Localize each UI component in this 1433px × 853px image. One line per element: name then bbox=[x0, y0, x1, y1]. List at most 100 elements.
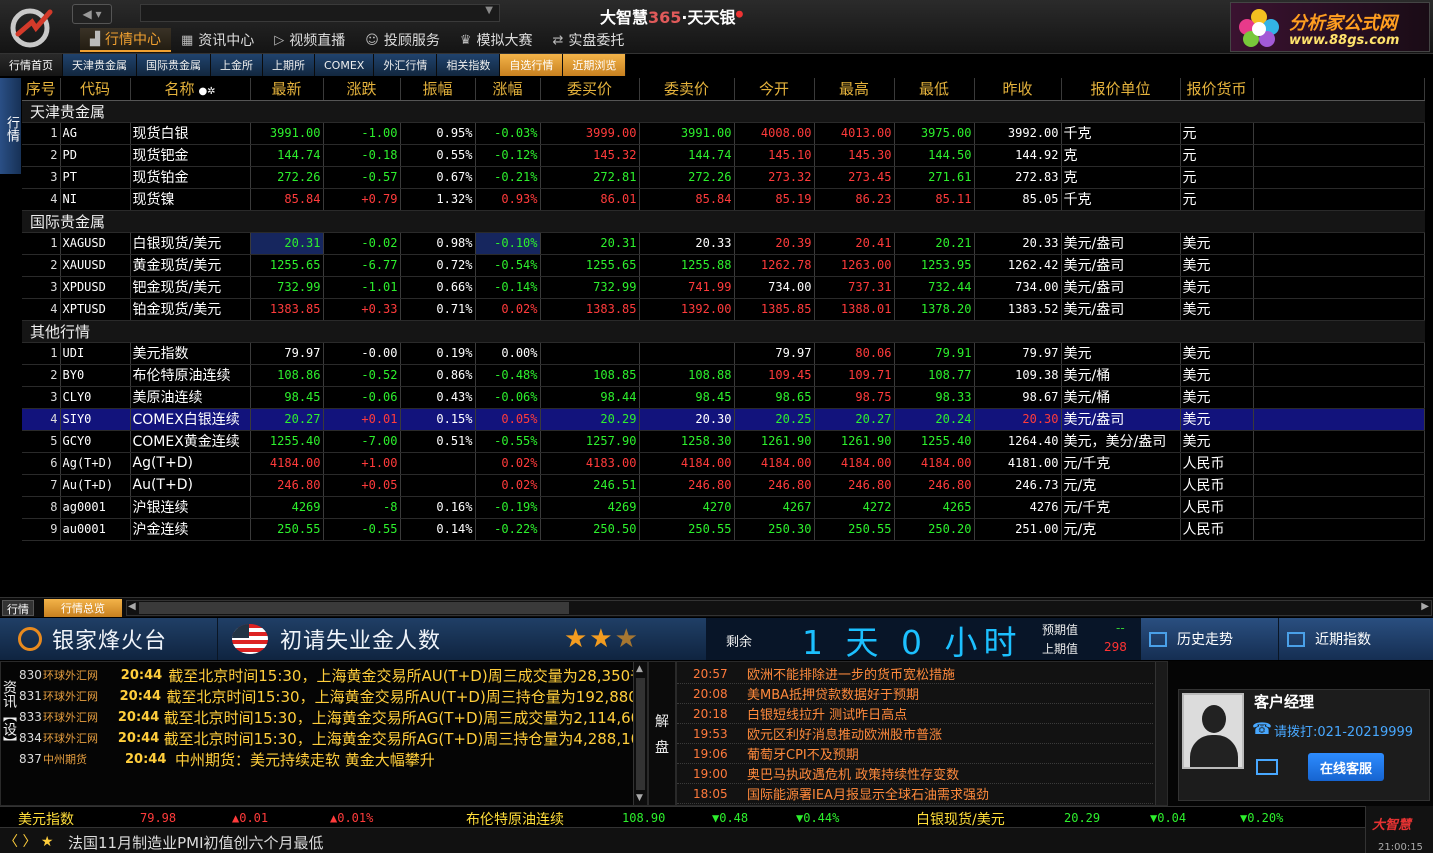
table-row[interactable]: 3 XPDUSD 钯金现货/美元 732.99 -1.01 0.66% -0.14% 732.… bbox=[22, 276, 1425, 299]
cell-code: UDI bbox=[60, 342, 131, 365]
column-header[interactable]: 委买价 bbox=[540, 78, 640, 101]
news-item[interactable]: 834 环球外汇网 20:44 截至北京时间15:30，上海黄金交易所AG(T+D)周… bbox=[1, 727, 635, 749]
headline-text[interactable]: 法国11月制造业PMI初值创六个月最低 bbox=[68, 832, 324, 853]
table-row[interactable]: 8 ag0001 沪银连续 4269 -8 0.16% -0.19% 4269 4270 4267… bbox=[22, 496, 1425, 519]
cell-ask: 85.84 bbox=[639, 188, 735, 211]
main-nav-item[interactable]: ☺ 投顾服务 bbox=[355, 28, 450, 52]
ticker-name[interactable]: 白银现货/美元 bbox=[916, 809, 1005, 829]
news-scrollbar[interactable]: ▲ ▼ bbox=[633, 662, 647, 805]
column-header[interactable]: 今开 bbox=[734, 78, 815, 101]
brand-banner[interactable]: 分析家公式网 www.88gs.com bbox=[1230, 2, 1430, 52]
sub-tab[interactable]: 上金所 bbox=[211, 54, 263, 76]
table-row[interactable]: 1 AG 现货白银 3991.00 -1.00 0.95% -0.03% 3999.00 399… bbox=[22, 122, 1425, 145]
sub-tab[interactable]: 相关指数 bbox=[437, 54, 501, 76]
beacon-section[interactable]: 银家烽火台 bbox=[0, 618, 218, 660]
comment-item[interactable]: 19:53 欧元区利好消息推动欧洲股市普涨 bbox=[677, 724, 1153, 744]
news-item[interactable]: 831 环球外汇网 20:44 截至北京时间15:30，上海黄金交易所AU(T+D)周… bbox=[1, 685, 635, 707]
column-header[interactable]: 昨收 bbox=[974, 78, 1062, 101]
comment-item[interactable]: 19:06 葡萄牙CPI不及预期 bbox=[677, 744, 1153, 764]
news-item[interactable]: 830 环球外汇网 20:44 截至北京时间15:30，上海黄金交易所AU(T+D)周… bbox=[1, 664, 635, 686]
comment-item[interactable]: 20:18 白银短线拉升 测试昨日高点 bbox=[677, 704, 1153, 724]
scroll-up-icon[interactable]: ▲ bbox=[636, 664, 643, 674]
app-logo-icon[interactable] bbox=[2, 2, 62, 50]
main-nav-item[interactable]: ♛ 模拟大赛 bbox=[450, 28, 543, 52]
jiepan-tab[interactable]: 解 盘 bbox=[648, 661, 676, 806]
comment-item[interactable]: 20:08 美MBA抵押贷款数据好于预期 bbox=[677, 684, 1153, 704]
column-header[interactable]: 名称 ●✲ bbox=[130, 78, 251, 101]
table-row[interactable]: 4 NI 现货镍 85.84 +0.79 1.32% 0.93% 86.01 85.84 85.1… bbox=[22, 188, 1425, 211]
online-service-button[interactable]: 在线客服 bbox=[1308, 753, 1384, 781]
table-row[interactable]: 7 Au(T+D) Au(T+D) 246.80 +0.05 0.02% 246.51 246… bbox=[22, 474, 1425, 497]
recent-index-button[interactable]: 近期指数 bbox=[1278, 618, 1433, 660]
table-row[interactable]: 2 XAUUSD 黄金现货/美元 1255.65 -6.77 0.72% -0.54% 125… bbox=[22, 254, 1425, 277]
table-row[interactable]: 3 PT 现货铂金 272.26 -0.57 0.67% -0.21% 272.81 272.2… bbox=[22, 166, 1425, 189]
sub-tab[interactable]: 天津贵金属 bbox=[63, 54, 137, 76]
comment-item[interactable]: 18:05 国际能源署IEA月报显示全球石油需求强劲 bbox=[677, 784, 1153, 804]
side-tab-quotes[interactable]: 行情 bbox=[0, 78, 21, 174]
scroll-left-icon[interactable]: ◀ bbox=[128, 601, 136, 612]
sub-tab[interactable]: 国际贵金属 bbox=[137, 54, 211, 76]
cell-pct: 0.02% bbox=[475, 474, 541, 497]
table-row[interactable]: 1 XAGUSD 白银现货/美元 20.31 -0.02 0.98% -0.10% 20.31… bbox=[22, 232, 1425, 255]
column-header[interactable]: 序号 bbox=[22, 78, 61, 101]
column-header[interactable]: 涨跌 bbox=[323, 78, 401, 101]
cell-prev: 1264.40 bbox=[974, 430, 1062, 453]
comment-scrollbar[interactable] bbox=[1155, 662, 1167, 805]
main-nav-item[interactable]: ▟ 行情中心 bbox=[80, 28, 171, 52]
cell-code: XAUUSD bbox=[60, 254, 131, 277]
ticker-name[interactable]: 布伦特原油连续 bbox=[466, 809, 564, 829]
scrollbar-thumb[interactable] bbox=[636, 678, 645, 790]
table-row[interactable]: 2 BY0 布伦特原油连续 108.86 -0.52 0.86% -0.48% 108.85 1… bbox=[22, 364, 1425, 387]
sub-tab[interactable]: 近期浏览 bbox=[563, 54, 627, 76]
cell-high: 4184.00 bbox=[814, 452, 895, 475]
news-item[interactable]: 833 环球外汇网 20:44 截至北京时间15:30，上海黄金交易所AG(T+D)周… bbox=[1, 706, 635, 728]
sub-tab[interactable]: 行情首页 bbox=[0, 54, 63, 76]
sub-tab[interactable]: 外汇行情 bbox=[374, 54, 438, 76]
sub-tab[interactable]: COMEX bbox=[315, 54, 375, 76]
column-header[interactable]: 代码 bbox=[60, 78, 131, 101]
history-trend-button[interactable]: 历史走势 bbox=[1140, 618, 1278, 660]
ticker-name[interactable]: 美元指数 bbox=[18, 809, 74, 829]
cell-code: CLY0 bbox=[60, 386, 131, 409]
column-marker-icon: ●✲ bbox=[198, 86, 216, 98]
back-forward-button[interactable]: ◀ ▾ bbox=[72, 4, 112, 24]
main-nav-item[interactable]: ⇄ 实盘委托 bbox=[543, 28, 635, 52]
manager-phone[interactable]: 请拨打:021-20219999 ☎ bbox=[1252, 719, 1413, 740]
cell-unit: 克 bbox=[1061, 144, 1181, 167]
scroll-down-icon[interactable]: ▼ bbox=[636, 793, 643, 803]
table-row[interactable]: 4 SIY0 COMEX白银连续 20.27 +0.01 0.15% 0.05% 20.29 2… bbox=[22, 408, 1425, 431]
table-row[interactable]: 5 GCY0 COMEX黄金连续 1255.40 -7.00 0.51% -0.55% 125… bbox=[22, 430, 1425, 453]
comment-item[interactable]: 20:57 欧洲不能排除进一步的货币宽松措施 bbox=[677, 664, 1153, 684]
column-header[interactable]: 最新 bbox=[250, 78, 324, 101]
sub-tab[interactable]: 自选行情 bbox=[500, 54, 564, 76]
table-row[interactable]: 3 CLY0 美原油连续 98.45 -0.06 0.43% -0.06% 98.44 98.4… bbox=[22, 386, 1425, 409]
main-nav-label: 实盘委托 bbox=[568, 33, 625, 49]
scroll-right-icon[interactable]: ▶ bbox=[1421, 601, 1429, 612]
column-header[interactable]: 最低 bbox=[894, 78, 975, 101]
column-header[interactable]: 最高 bbox=[814, 78, 895, 101]
column-header[interactable]: 报价货币 bbox=[1180, 78, 1254, 101]
table-row[interactable]: 2 PD 现货钯金 144.74 -0.18 0.55% -0.12% 145.32 144.7… bbox=[22, 144, 1425, 167]
chevron-down-icon[interactable]: ▼ bbox=[485, 5, 493, 16]
news-item[interactable]: 837 中州期货 20:44 中州期货：美元持续走软 黄金大幅攀升 bbox=[1, 748, 635, 770]
table-row[interactable]: 9 au0001 沪金连续 250.55 -0.55 0.14% -0.22% 250.50 2… bbox=[22, 518, 1425, 541]
column-header[interactable]: 委卖价 bbox=[639, 78, 735, 101]
column-header[interactable]: 振幅 bbox=[400, 78, 476, 101]
cell-amp: 0.95% bbox=[400, 122, 476, 145]
main-nav-item[interactable]: ▦ 资讯中心 bbox=[171, 28, 264, 52]
horizontal-scrollbar[interactable]: ◀ ▶ bbox=[126, 600, 1432, 616]
address-bar[interactable]: ▼ bbox=[140, 4, 500, 22]
table-row[interactable]: 4 XPTUSD 铂金现货/美元 1383.85 +0.33 0.71% 0.02% 1383… bbox=[22, 298, 1425, 321]
ticker-nav-icons[interactable]: 〈 〉 ★ bbox=[4, 831, 53, 851]
column-header[interactable]: 报价单位 bbox=[1061, 78, 1181, 101]
table-row[interactable]: 1 UDI 美元指数 79.97 -0.00 0.19% 0.00% 79.97 80.06 79… bbox=[22, 342, 1425, 365]
tab-quotes[interactable]: 行情 bbox=[2, 600, 34, 616]
tab-quote-overview[interactable]: 行情总览 bbox=[44, 599, 122, 617]
cell-name: Ag(T+D) bbox=[130, 452, 251, 475]
main-nav-item[interactable]: ▷ 视频直播 bbox=[264, 28, 355, 52]
scrollbar-thumb[interactable] bbox=[139, 602, 569, 614]
column-header[interactable]: 涨幅 bbox=[475, 78, 541, 101]
table-row[interactable]: 6 Ag(T+D) Ag(T+D) 4184.00 +1.00 0.02% 4183.00 4… bbox=[22, 452, 1425, 475]
comment-item[interactable]: 19:00 奥巴马执政遇危机 政策持续性存变数 bbox=[677, 764, 1153, 784]
sub-tab[interactable]: 上期所 bbox=[263, 54, 315, 76]
